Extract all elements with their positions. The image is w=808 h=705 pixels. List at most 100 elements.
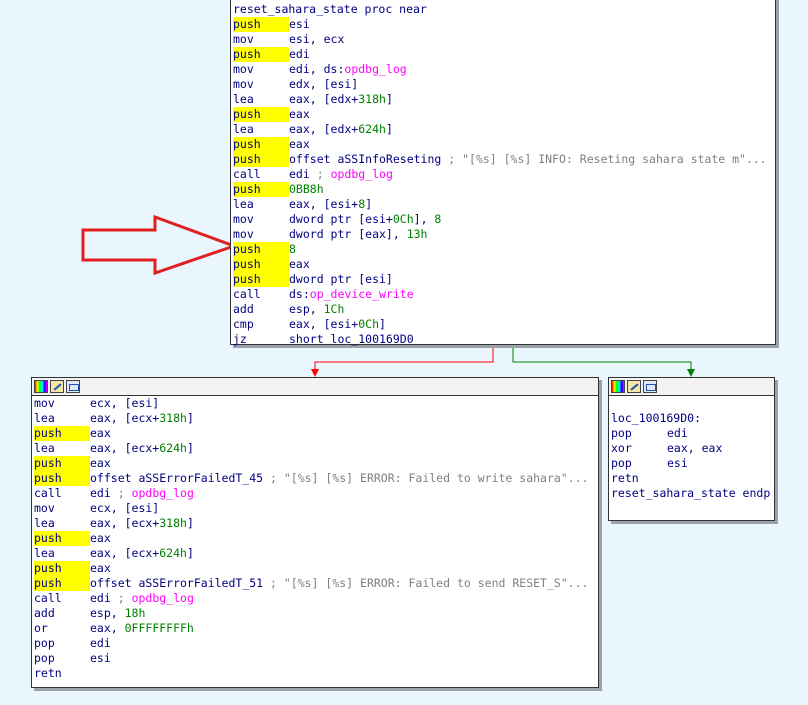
- instruction-mnemonic[interactable]: mov: [34, 396, 90, 411]
- instruction-operand[interactable]: edx, [esi]: [289, 77, 358, 91]
- instruction-mnemonic[interactable]: add: [233, 302, 289, 317]
- operand-part-num[interactable]: 624h: [358, 122, 386, 136]
- instruction-operand[interactable]: esi, ecx: [289, 32, 344, 46]
- instruction-mnemonic[interactable]: pop: [611, 426, 667, 441]
- instruction-operand[interactable]: eax: [90, 531, 111, 545]
- code-block-false-branch[interactable]: mov ecx, [esi] lea eax, [ecx+318h] push eax le…: [31, 377, 599, 688]
- instruction-mnemonic[interactable]: xor: [611, 441, 667, 456]
- instruction-operand[interactable]: esi: [667, 456, 688, 470]
- code-line[interactable]: push eax: [32, 531, 598, 546]
- code-line[interactable]: push eax: [231, 137, 775, 152]
- code-line[interactable]: reset_sahara_state endp: [609, 486, 774, 501]
- code-line[interactable]: call edi ; opdbg_log: [231, 167, 775, 182]
- instruction-operand[interactable]: eax: [90, 561, 111, 575]
- operand-part-op[interactable]: ]: [187, 411, 194, 425]
- code-label[interactable]: reset_sahara_state endp: [611, 486, 770, 500]
- instruction-mnemonic[interactable]: push: [34, 426, 90, 441]
- operand-part-op[interactable]: ]: [187, 546, 194, 560]
- graph-overview-icon[interactable]: [643, 380, 657, 393]
- instruction-operand[interactable]: ecx, [esi]: [90, 396, 159, 410]
- instruction-mnemonic[interactable]: push: [233, 137, 289, 152]
- operand-part-num[interactable]: 318h: [159, 411, 187, 425]
- operand-part-op[interactable]: offset aSSInfoReseting: [289, 152, 448, 166]
- operand-part-op[interactable]: edi, ds:: [289, 62, 344, 76]
- code-line[interactable]: lea eax, [ecx+318h]: [32, 516, 598, 531]
- operand-part-num[interactable]: 8: [289, 242, 296, 256]
- code-line[interactable]: push edi: [231, 47, 775, 62]
- instruction-mnemonic[interactable]: push: [233, 272, 289, 287]
- operand-part-op[interactable]: offset aSSErrorFailedT_45: [90, 471, 270, 485]
- instruction-mnemonic[interactable]: mov: [233, 212, 289, 227]
- color-palette-icon[interactable]: [34, 380, 48, 393]
- code-line[interactable]: push eax: [231, 257, 775, 272]
- operand-part-num[interactable]: 1Ch: [324, 302, 345, 316]
- code-line[interactable]: push dword ptr [esi]: [231, 272, 775, 287]
- code-line[interactable]: push eax: [231, 107, 775, 122]
- instruction-mnemonic[interactable]: pop: [34, 636, 90, 651]
- color-palette-icon[interactable]: [611, 380, 625, 393]
- instruction-mnemonic[interactable]: cmp: [233, 317, 289, 332]
- operand-part-num[interactable]: 8: [434, 212, 441, 226]
- instruction-mnemonic[interactable]: lea: [34, 546, 90, 561]
- instruction-operand[interactable]: edi: [667, 426, 688, 440]
- instruction-operand[interactable]: esi: [90, 651, 111, 665]
- operand-part-op[interactable]: edi: [289, 167, 317, 181]
- instruction-mnemonic[interactable]: lea: [233, 197, 289, 212]
- code-line[interactable]: pop edi: [609, 426, 774, 441]
- code-line[interactable]: call ds:op_device_write: [231, 287, 775, 302]
- instruction-mnemonic[interactable]: lea: [34, 441, 90, 456]
- code-line[interactable]: mov edx, [esi]: [231, 77, 775, 92]
- instruction-mnemonic[interactable]: mov: [233, 32, 289, 47]
- code-line[interactable]: pop edi: [32, 636, 598, 651]
- instruction-mnemonic[interactable]: call: [34, 591, 90, 606]
- operand-part-op[interactable]: edi: [90, 591, 118, 605]
- operand-part-op[interactable]: ]: [386, 92, 393, 106]
- instruction-mnemonic[interactable]: mov: [34, 501, 90, 516]
- code-line[interactable]: push eax: [32, 456, 598, 471]
- code-label[interactable]: loc_100169D0:: [611, 411, 701, 425]
- operand-part-fn[interactable]: op_device_write: [310, 287, 414, 301]
- instruction-mnemonic[interactable]: pop: [611, 456, 667, 471]
- instruction-mnemonic[interactable]: mov: [233, 62, 289, 77]
- code-line[interactable]: retn: [32, 666, 598, 681]
- operand-part-num[interactable]: 318h: [358, 92, 386, 106]
- operand-part-op[interactable]: ]: [365, 197, 372, 211]
- operand-part-num[interactable]: 624h: [159, 441, 187, 455]
- instruction-mnemonic[interactable]: push: [34, 561, 90, 576]
- code-line[interactable]: push 8: [231, 242, 775, 257]
- operand-part-cmt[interactable]: ; "[%s] [%s] ERROR: Failed to write saha…: [270, 471, 589, 485]
- operand-part-cmt[interactable]: ;: [118, 486, 132, 500]
- code-line[interactable]: add esp, 1Ch: [231, 302, 775, 317]
- code-line[interactable]: mov edi, ds:opdbg_log: [231, 62, 775, 77]
- instruction-operand[interactable]: ecx, [esi]: [90, 501, 159, 515]
- operand-part-op[interactable]: ],: [414, 212, 435, 226]
- edit-pencil-icon[interactable]: [50, 380, 64, 393]
- instruction-mnemonic[interactable]: push: [34, 531, 90, 546]
- code-line[interactable]: push offset aSSErrorFailedT_51 ; "[%s] [%…: [32, 576, 598, 591]
- operand-part-op[interactable]: ds:: [289, 287, 310, 301]
- code-block-true-branch[interactable]: loc_100169D0: pop edi xor eax, eax pop esi retn…: [608, 377, 775, 521]
- instruction-operand[interactable]: edi: [289, 47, 310, 61]
- instruction-mnemonic[interactable]: lea: [233, 92, 289, 107]
- code-line[interactable]: call edi ; opdbg_log: [32, 591, 598, 606]
- code-label[interactable]: reset_sahara_state proc near: [233, 2, 427, 16]
- operand-part-cmt[interactable]: ; "[%s] [%s] ERROR: Failed to send RESET…: [270, 576, 589, 590]
- operand-part-op[interactable]: eax, [edx+: [289, 122, 358, 136]
- code-line[interactable]: retn: [609, 471, 774, 486]
- instruction-operand[interactable]: eax: [90, 456, 111, 470]
- operand-part-num[interactable]: 13h: [407, 227, 428, 241]
- code-line[interactable]: mov esi, ecx: [231, 32, 775, 47]
- instruction-mnemonic[interactable]: lea: [34, 411, 90, 426]
- instruction-mnemonic[interactable]: push: [233, 17, 289, 32]
- instruction-mnemonic[interactable]: call: [233, 287, 289, 302]
- instruction-operand[interactable]: eax: [289, 107, 310, 121]
- code-line[interactable]: mov dword ptr [eax], 13h: [231, 227, 775, 242]
- operand-part-fn[interactable]: opdbg_log: [132, 486, 194, 500]
- code-line[interactable]: xor eax, eax: [609, 441, 774, 456]
- instruction-mnemonic[interactable]: push: [233, 47, 289, 62]
- instruction-mnemonic[interactable]: push: [233, 107, 289, 122]
- operand-part-op[interactable]: eax, [esi+: [289, 197, 358, 211]
- instruction-operand[interactable]: eax, eax: [667, 441, 722, 455]
- instruction-mnemonic[interactable]: retn: [611, 471, 667, 486]
- instruction-operand[interactable]: short loc_100169D0: [289, 332, 414, 346]
